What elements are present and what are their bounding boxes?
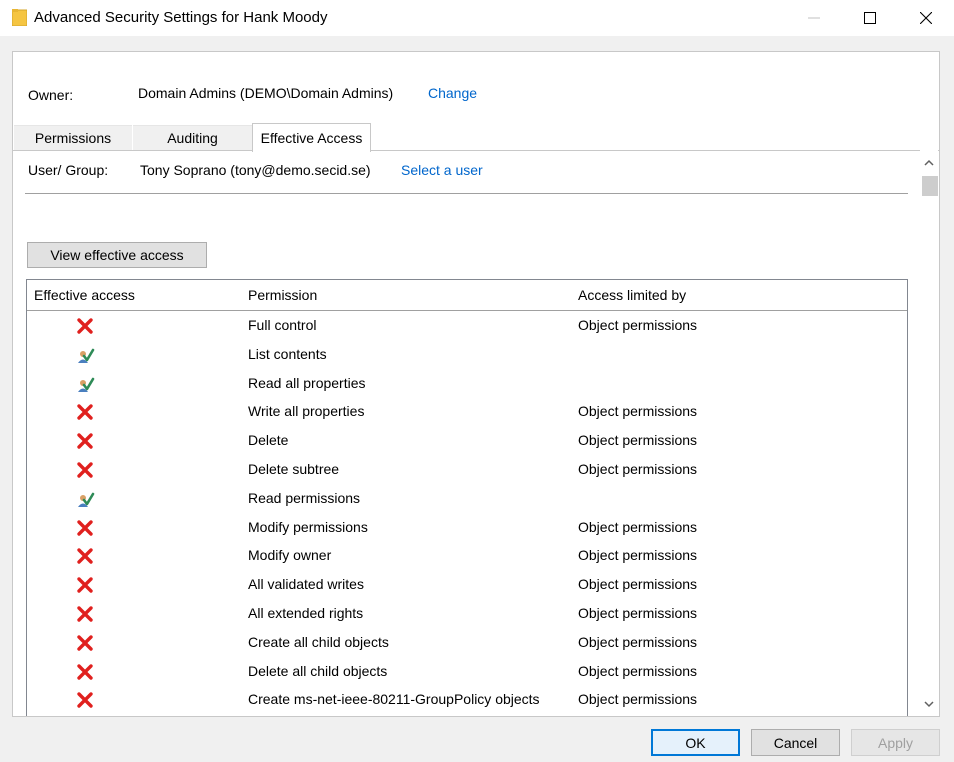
view-effective-access-button[interactable]: View effective access — [27, 242, 207, 268]
access-limited-by: Object permissions — [578, 604, 698, 621]
deny-x-icon — [77, 318, 93, 334]
tab-strip: Permissions Auditing Effective Access — [13, 123, 939, 152]
permission-name: Delete all child objects — [248, 662, 388, 679]
owner-label: Owner: — [28, 87, 74, 103]
change-owner-link[interactable]: Change — [428, 85, 477, 101]
close-icon — [920, 12, 932, 24]
access-limited-by: Object permissions — [578, 460, 698, 477]
permission-name: Create all child objects — [248, 633, 389, 650]
table-row[interactable]: Read permissions — [27, 484, 907, 513]
table-row[interactable]: Modify permissions Object permissions — [27, 513, 907, 542]
deny-x-icon — [77, 577, 93, 593]
chevron-down-icon — [924, 700, 934, 707]
allowed-user-check-icon — [78, 348, 95, 363]
access-limited-by: Object permissions — [578, 317, 698, 333]
table-row[interactable]: Create all child objects Object permissio… — [27, 628, 907, 657]
access-limited-by: Object permissions — [578, 576, 698, 593]
minimize-button[interactable] — [786, 0, 842, 36]
table-row[interactable]: Delete all child objects Object permissio… — [27, 657, 907, 686]
main-panel: Owner: Domain Admins (DEMO\Domain Admins… — [12, 51, 940, 717]
tab-permissions[interactable]: Permissions — [14, 125, 132, 150]
maximize-button[interactable] — [842, 0, 898, 36]
user-group-label: User/ Group: — [28, 162, 109, 178]
permission-name: Delete subtree — [248, 460, 340, 477]
window-title: Advanced Security Settings for Hank Mood… — [34, 9, 328, 26]
tab-effective-access[interactable]: Effective Access — [252, 123, 371, 152]
permission-name: Delete — [248, 432, 289, 449]
owner-value: Domain Admins (DEMO\Domain Admins) — [138, 85, 394, 101]
select-user-link[interactable]: Select a user — [401, 162, 483, 178]
deny-x-icon — [77, 663, 93, 680]
deny-x-icon — [77, 692, 93, 709]
grid-body: Full control Object permissions List conte… — [27, 311, 907, 714]
permission-name: List contents — [248, 345, 327, 362]
permission-name: Full control — [248, 317, 317, 333]
scroll-up-button[interactable] — [920, 150, 938, 174]
deny-x-icon — [77, 635, 93, 651]
close-button[interactable] — [898, 0, 954, 36]
ok-button[interactable]: OK — [651, 729, 740, 756]
table-row[interactable]: Delete Object permissions — [27, 426, 907, 455]
chevron-up-icon — [924, 159, 934, 166]
table-row[interactable]: Full control Object permissions — [27, 311, 907, 340]
access-limited-by: Object permissions — [578, 662, 698, 679]
vertical-scrollbar[interactable] — [920, 150, 938, 716]
table-row[interactable]: Write all properties Object permissions — [27, 397, 907, 426]
tab-divider — [13, 150, 939, 151]
permission-name: All validated writes — [248, 576, 364, 593]
tab-auditing[interactable]: Auditing — [133, 125, 252, 150]
deny-x-icon — [77, 606, 93, 622]
access-limited-by: Object permissions — [578, 403, 698, 420]
table-row[interactable]: Read all properties — [27, 369, 907, 398]
separator — [25, 193, 908, 194]
scrollbar-thumb[interactable] — [922, 176, 938, 196]
folder-icon — [12, 9, 27, 26]
access-limited-by: Object permissions — [578, 518, 698, 535]
column-header-permission[interactable]: Permission — [248, 287, 317, 303]
table-row[interactable]: Delete subtree Object permissions — [27, 455, 907, 484]
apply-button[interactable]: Apply — [851, 729, 940, 756]
table-row[interactable]: Modify owner Object permissions — [27, 541, 907, 570]
table-row[interactable]: All validated writes Object permissions — [27, 570, 907, 599]
access-limited-by: Object permissions — [578, 432, 698, 449]
deny-x-icon — [77, 404, 93, 421]
allowed-user-check-icon — [78, 492, 95, 507]
permission-name: Read permissions — [248, 489, 361, 506]
grid-header: Effective access Permission Access limit… — [27, 280, 907, 311]
access-limited-by: Object permissions — [578, 633, 698, 650]
column-header-effective-access[interactable]: Effective access — [34, 287, 135, 303]
allowed-user-check-icon — [78, 377, 95, 392]
deny-x-icon — [77, 519, 93, 536]
permission-name: All extended rights — [248, 604, 364, 621]
deny-x-icon — [77, 548, 93, 565]
permission-name: Write all properties — [248, 403, 365, 420]
table-row[interactable]: List contents — [27, 340, 907, 369]
title-bar: Advanced Security Settings for Hank Mood… — [0, 0, 954, 36]
table-row[interactable]: Create ms-net-ieee-80211-GroupPolicy obj… — [27, 685, 907, 714]
maximize-icon — [864, 12, 876, 24]
permission-name: Create ms-net-ieee-80211-GroupPolicy obj… — [248, 691, 540, 708]
column-header-access-limited-by[interactable]: Access limited by — [578, 287, 686, 303]
cancel-button[interactable]: Cancel — [751, 729, 840, 756]
permission-name: Read all properties — [248, 374, 366, 391]
scroll-down-button[interactable] — [920, 692, 938, 716]
access-limited-by: Object permissions — [578, 547, 698, 564]
permission-name: Modify owner — [248, 547, 332, 564]
permission-name: Modify permissions — [248, 518, 368, 535]
deny-x-icon — [77, 433, 93, 449]
access-limited-by: Object permissions — [578, 691, 698, 708]
effective-access-grid: Effective access Permission Access limit… — [26, 279, 908, 716]
deny-x-icon — [77, 462, 93, 478]
minimize-icon — [808, 17, 820, 19]
user-group-value: Tony Soprano (tony@demo.secid.se) — [140, 162, 371, 178]
table-row[interactable]: All extended rights Object permissions — [27, 599, 907, 628]
